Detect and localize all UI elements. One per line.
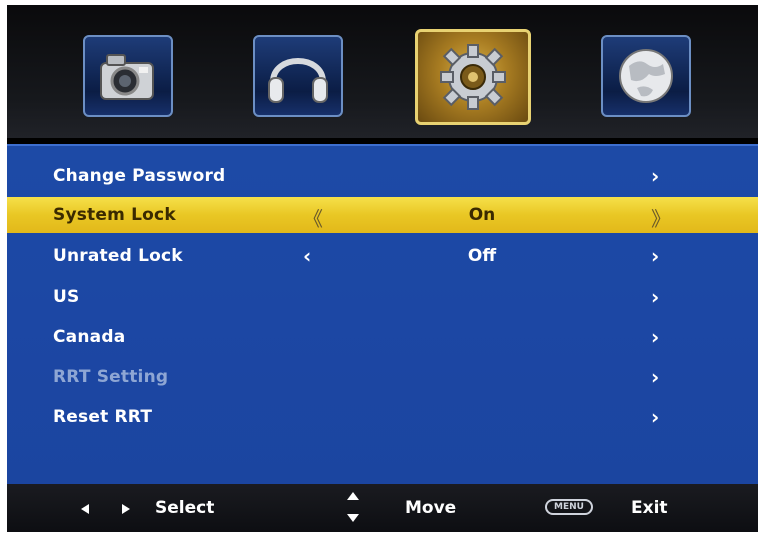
chevron-right-icon: ›	[651, 325, 660, 349]
camera-icon	[100, 54, 154, 100]
chevron-right-icon: ›	[651, 405, 660, 429]
menu-item-label: Reset RRT	[53, 407, 153, 427]
settings-menu: Change Password › System Lock 《 On 》 Unr…	[7, 144, 758, 486]
tab-sound[interactable]	[253, 35, 343, 117]
down-arrow-icon	[347, 514, 359, 522]
chevron-left-icon[interactable]: ‹	[303, 244, 311, 268]
menu-item-value: Off	[467, 246, 497, 266]
globe-icon	[619, 49, 673, 103]
menu-item-label: System Lock	[53, 205, 176, 225]
menu-item-canada[interactable]: Canada ›	[7, 319, 758, 355]
chevron-right-icon: ›	[651, 164, 660, 188]
select-hint: Select	[155, 498, 215, 518]
exit-hint: Exit	[631, 498, 668, 518]
chevron-right-icon: ›	[651, 285, 660, 309]
up-arrow-icon	[347, 492, 359, 500]
tab-setup[interactable]	[415, 29, 531, 125]
category-bar	[7, 5, 758, 138]
menu-item-label: Canada	[53, 327, 126, 347]
move-hint: Move	[405, 498, 457, 518]
tab-picture[interactable]	[83, 35, 173, 117]
menu-key-icon: MENU	[545, 499, 593, 515]
chevron-left-icon[interactable]: 《	[303, 203, 323, 232]
menu-item-system-lock[interactable]: System Lock 《 On 》	[7, 197, 758, 233]
menu-item-change-password[interactable]: Change Password ›	[7, 158, 758, 194]
tab-time[interactable]	[601, 35, 691, 117]
tv-osd-screen: Change Password › System Lock 《 On 》 Unr…	[7, 5, 758, 532]
headphones-icon	[268, 58, 328, 103]
chevron-right-icon[interactable]: 》	[651, 203, 671, 232]
menu-item-rrt-setting[interactable]: RRT Setting ›	[7, 359, 758, 395]
menu-item-label: US	[53, 287, 80, 307]
menu-item-reset-rrt[interactable]: Reset RRT ›	[7, 399, 758, 435]
menu-item-label: Unrated Lock	[53, 246, 183, 266]
help-bar: Select Move MENU Exit	[7, 484, 758, 532]
menu-item-value: On	[468, 205, 496, 225]
left-arrow-icon	[81, 504, 89, 514]
menu-item-label: RRT Setting	[53, 367, 169, 387]
menu-item-unrated-lock[interactable]: Unrated Lock ‹ Off ›	[7, 238, 758, 274]
right-arrow-icon	[122, 504, 130, 514]
menu-item-us[interactable]: US ›	[7, 279, 758, 315]
menu-item-label: Change Password	[53, 166, 226, 186]
chevron-right-icon[interactable]: ›	[651, 244, 659, 268]
chevron-right-icon: ›	[651, 365, 660, 389]
gear-icon	[440, 44, 506, 110]
